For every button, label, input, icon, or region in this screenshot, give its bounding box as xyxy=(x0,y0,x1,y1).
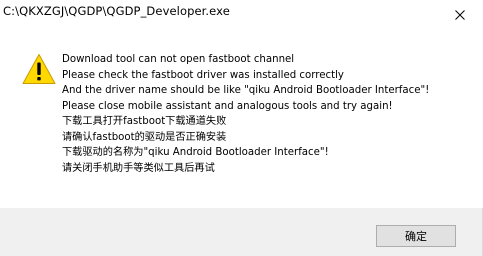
message-text: Download tool can not open fastboot chan… xyxy=(62,52,429,176)
message-line: 请关闭手机助手等类似工具后再试 xyxy=(62,162,215,174)
message-line: And the driver name should be like "qiku… xyxy=(62,85,430,96)
warning-icon xyxy=(22,53,56,85)
message-line: 下载工具打开fastboot下载通道失败 xyxy=(62,116,227,127)
close-icon xyxy=(455,10,465,20)
close-button[interactable] xyxy=(437,0,483,30)
message-line: 请确认fastboot的驱动是否正确安装 xyxy=(62,131,227,143)
dialog-body: Download tool can not open fastboot chan… xyxy=(0,30,483,208)
title-bar[interactable]: C:\QKXZGJ\QGDP\QGDP_Developer.exe xyxy=(0,0,483,30)
button-bar: 确定 xyxy=(0,208,482,256)
message-line: Please check the fastboot driver was ins… xyxy=(62,69,344,81)
message-line: Download tool can not open fastboot chan… xyxy=(62,54,295,65)
message-dialog: C:\QKXZGJ\QGDP\QGDP_Developer.exe Downlo… xyxy=(0,0,483,256)
message-line: 下载驱动的名称为"qiku Android Bootloader Interfa… xyxy=(62,147,329,158)
window-title: C:\QKXZGJ\QGDP\QGDP_Developer.exe xyxy=(3,4,230,18)
message-line: Please close mobile assistant and analog… xyxy=(62,100,393,112)
ok-button[interactable]: 确定 xyxy=(376,225,456,247)
